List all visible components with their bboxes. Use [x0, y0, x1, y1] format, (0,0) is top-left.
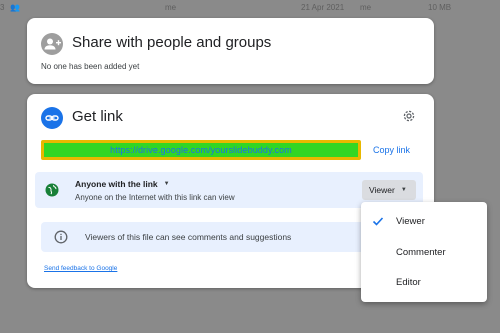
role-menu: Viewer Commenter Editor [361, 202, 487, 302]
file-count: 3 [0, 3, 5, 12]
access-scope-dropdown[interactable]: Anyone with the link ▼ [75, 179, 170, 189]
info-text: Viewers of this file can see comments an… [85, 232, 292, 242]
link-url-text: https://drive.google.com/yourslidebuddy.… [110, 145, 292, 155]
access-scope-label: Anyone with the link [75, 179, 158, 189]
share-subtitle: No one has been added yet [41, 62, 140, 71]
gear-icon[interactable] [401, 108, 417, 124]
role-menu-item-label: Viewer [396, 216, 425, 227]
role-dropdown-button[interactable]: Viewer ▼ [362, 180, 416, 200]
role-dropdown-label: Viewer [369, 185, 395, 195]
checkmark-icon [371, 214, 385, 228]
role-menu-item-viewer[interactable]: Viewer [361, 207, 487, 235]
share-people-card: Share with people and groups No one has … [27, 18, 434, 84]
caret-down-icon: ▼ [400, 187, 407, 193]
role-menu-item-commenter[interactable]: Commenter [361, 238, 487, 266]
caret-down-icon: ▼ [163, 181, 170, 187]
file-modified-by: me [360, 3, 372, 12]
send-feedback-link[interactable]: Send feedback to Google [44, 265, 117, 272]
info-icon [54, 230, 68, 244]
person-add-icon [41, 33, 63, 55]
role-menu-item-editor[interactable]: Editor [361, 268, 487, 296]
file-date: 21 Apr 2021 [301, 3, 345, 12]
access-description: Anyone on the Internet with this link ca… [75, 193, 235, 202]
background-file-row: 3 👥 me 21 Apr 2021 me 10 MB [0, 0, 500, 14]
link-icon [41, 107, 63, 129]
link-url-field[interactable]: https://drive.google.com/yourslidebuddy.… [41, 140, 361, 160]
role-menu-item-label: Editor [396, 277, 421, 288]
share-title[interactable]: Share with people and groups [72, 34, 271, 51]
shared-people-icon: 👥 [10, 3, 20, 12]
get-link-title: Get link [72, 108, 123, 125]
link-url-highlight: https://drive.google.com/yourslidebuddy.… [44, 143, 358, 157]
file-owner: me [165, 3, 177, 12]
role-menu-item-label: Commenter [396, 247, 446, 258]
globe-icon [45, 183, 59, 197]
copy-link-button[interactable]: Copy link [373, 145, 410, 155]
file-size: 10 MB [428, 3, 452, 12]
